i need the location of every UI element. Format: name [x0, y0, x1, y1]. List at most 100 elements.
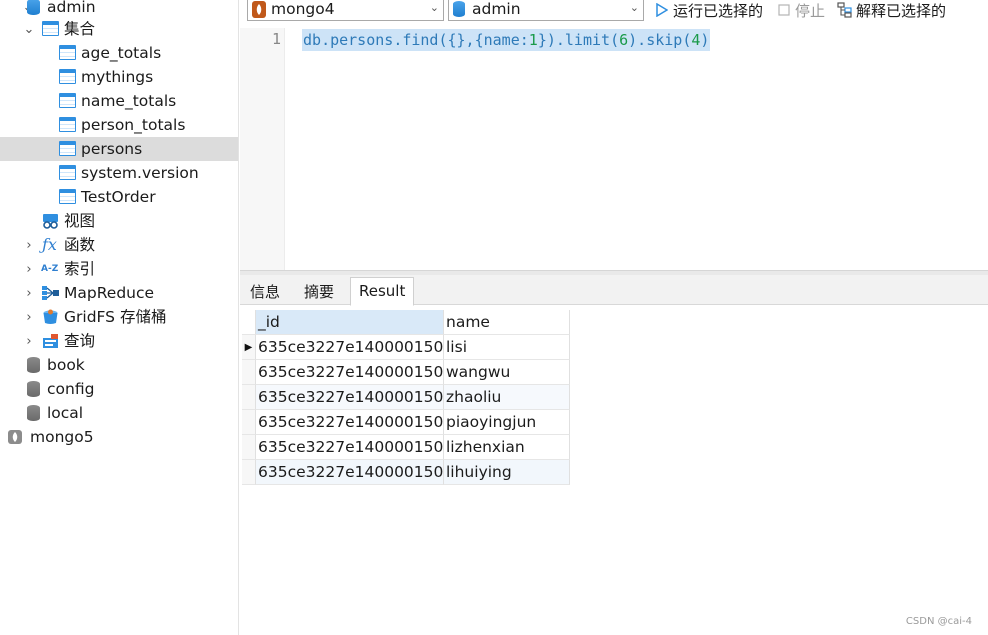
row-marker — [242, 460, 256, 485]
column-header-name[interactable]: name — [444, 310, 570, 335]
tree-label: 函数 — [64, 236, 96, 254]
tree-label: local — [47, 404, 84, 422]
query-editor[interactable]: 1 db.persons.find({},{name:1}).limit(6).… — [240, 28, 988, 270]
tree-indexes[interactable]: › A-Z 索引 — [0, 257, 238, 281]
code-token: . — [393, 31, 403, 49]
code-token: 1 — [528, 31, 538, 49]
tree-gridfs[interactable]: › GridFS 存储桶 — [0, 305, 238, 329]
cell-id[interactable]: 635ce3227e14000015005 — [256, 360, 444, 385]
tree-label: config — [47, 380, 95, 398]
code-token: skip — [646, 31, 683, 49]
cell-id[interactable]: 635ce3227e14000015005 — [256, 335, 444, 360]
cell-id[interactable]: 635ce3227e14000015005 — [256, 460, 444, 485]
table-row[interactable]: 635ce3227e14000015005 zhaoliu — [242, 385, 570, 410]
connection-select[interactable]: mongo4 ⌄ — [247, 0, 444, 21]
code-token: . — [637, 31, 647, 49]
database-select-value: admin — [472, 0, 521, 18]
code-token: ( — [610, 31, 620, 49]
cell-id[interactable]: 635ce3227e14000015005 — [256, 435, 444, 460]
tree-functions[interactable]: › ƒx 函数 — [0, 233, 238, 257]
tree-db-local[interactable]: local — [0, 401, 238, 425]
result-tabs: 信息 摘要 Result — [240, 275, 988, 306]
cell-id[interactable]: 635ce3227e14000015005 — [256, 410, 444, 435]
tree-collection-testorder[interactable]: TestOrder — [0, 185, 238, 209]
table-row[interactable]: 635ce3227e14000015005 piaoyingjun — [242, 410, 570, 435]
chevron-right-icon[interactable]: › — [23, 329, 35, 353]
code-token: 6 — [619, 31, 629, 49]
tree-collection-system-version[interactable]: system.version — [0, 161, 238, 185]
cell-name[interactable]: piaoyingjun — [444, 410, 570, 435]
query-icon — [42, 333, 59, 349]
database-select[interactable]: admin ⌄ — [448, 0, 644, 21]
cell-name[interactable]: lisi — [444, 335, 570, 360]
explain-selected-button[interactable]: 解释已选择的 — [837, 0, 946, 20]
tree-label: mongo5 — [30, 428, 94, 446]
tree-mapreduce[interactable]: › MapReduce — [0, 281, 238, 305]
stop-label: 停止 — [795, 1, 826, 20]
chevron-right-icon[interactable]: › — [23, 305, 35, 329]
mapreduce-icon — [42, 285, 59, 301]
collection-icon — [59, 117, 76, 133]
table-row[interactable]: 635ce3227e14000015005 lihuiying — [242, 460, 570, 485]
cell-name[interactable]: zhaoliu — [444, 385, 570, 410]
run-selected-label: 运行已选择的 — [673, 1, 764, 20]
tab-summary[interactable]: 摘要 — [296, 279, 342, 305]
database-icon — [453, 0, 467, 18]
stop-button[interactable]: 停止 — [776, 0, 825, 20]
tab-result[interactable]: Result — [350, 277, 415, 306]
tree-views[interactable]: 视图 — [0, 209, 238, 233]
database-icon — [27, 0, 44, 15]
collection-icon — [59, 93, 76, 109]
tree-label: admin — [47, 0, 96, 16]
tree-connection-mongo5[interactable]: mongo5 — [0, 425, 238, 449]
mongodb-leaf-icon — [252, 0, 266, 18]
column-header-id[interactable]: _id — [256, 310, 444, 335]
tree-collection-name-totals[interactable]: name_totals — [0, 89, 238, 113]
run-selected-button[interactable]: 运行已选择的 — [654, 0, 763, 20]
code-token: ( — [682, 31, 692, 49]
watermark: CSDN @cai-4 — [905, 616, 972, 627]
tree-collection-persons[interactable]: persons — [0, 137, 238, 161]
chevron-right-icon[interactable]: › — [23, 281, 35, 305]
tree-db-book[interactable]: book — [0, 353, 238, 377]
collection-folder-icon — [42, 21, 59, 37]
view-icon — [42, 213, 59, 229]
code-token: limit — [564, 31, 611, 49]
bucket-icon — [42, 309, 59, 325]
tree-collection-mythings[interactable]: mythings — [0, 65, 238, 89]
cell-name[interactable]: lihuiying — [444, 460, 570, 485]
current-row-arrow-icon: ▶ — [242, 335, 256, 360]
code-token: persons — [330, 31, 394, 49]
chevron-right-icon[interactable]: › — [23, 257, 35, 281]
code-token: ) — [628, 31, 638, 49]
tab-info[interactable]: 信息 — [242, 279, 288, 305]
tree-collections-folder[interactable]: ⌄ 集合 — [0, 17, 238, 41]
chevron-down-icon[interactable]: ⌄ — [23, 17, 35, 41]
code-line-selected[interactable]: db.persons.find({},{name:1}).limit(6).sk… — [302, 29, 711, 51]
tree-label: persons — [81, 140, 143, 158]
table-row[interactable]: 635ce3227e14000015005 wangwu — [242, 360, 570, 385]
tree-collection-age-totals[interactable]: age_totals — [0, 41, 238, 65]
table-row[interactable]: 635ce3227e14000015005 lizhenxian — [242, 435, 570, 460]
line-number: 1 — [271, 30, 281, 48]
tree-label: mythings — [81, 68, 154, 86]
collection-icon — [59, 69, 76, 85]
cell-name[interactable]: wangwu — [444, 360, 570, 385]
cell-id[interactable]: 635ce3227e14000015005 — [256, 385, 444, 410]
grid-header-row: _id name — [242, 310, 570, 335]
play-icon — [654, 2, 670, 18]
tree-label: 索引 — [64, 260, 96, 278]
tree-queries[interactable]: › 查询 — [0, 329, 238, 353]
chevron-down-icon: ⌄ — [629, 1, 639, 14]
stop-icon — [776, 2, 792, 18]
table-row[interactable]: ▶ 635ce3227e14000015005 lisi — [242, 335, 570, 360]
row-marker — [242, 435, 256, 460]
row-marker — [242, 385, 256, 410]
tree-label: age_totals — [81, 44, 162, 62]
tree-db-config[interactable]: config — [0, 377, 238, 401]
collection-icon — [59, 141, 76, 157]
chevron-right-icon[interactable]: › — [23, 233, 35, 257]
code-token: db — [303, 31, 322, 49]
cell-name[interactable]: lizhenxian — [444, 435, 570, 460]
tree-collection-person-totals[interactable]: person_totals — [0, 113, 238, 137]
